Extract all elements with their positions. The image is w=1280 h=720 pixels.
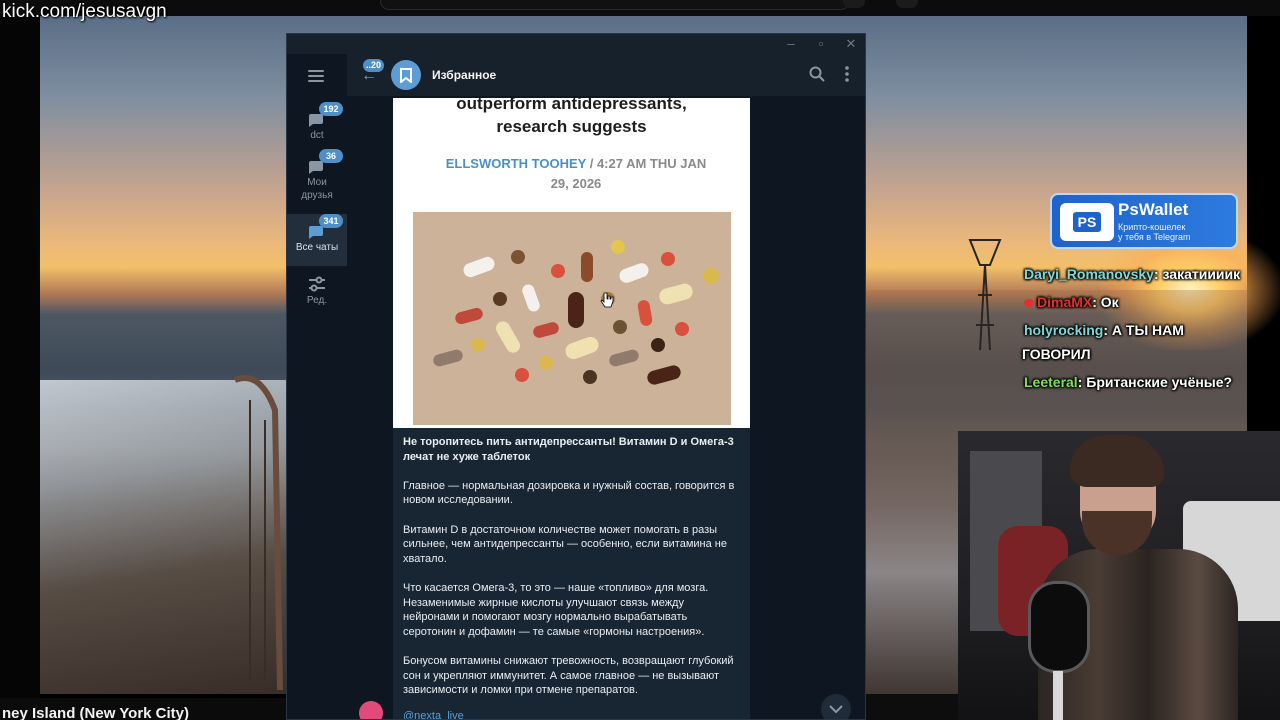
stream-url: kick.com/jesusavgn — [2, 1, 167, 22]
ad-tagline: Крипто-кошелек у тебя в Telegram — [1118, 222, 1191, 242]
folder-label: dct — [310, 130, 324, 141]
unread-badge: 36 — [319, 149, 343, 163]
folder-label: Мои друзья — [301, 177, 333, 201]
chat-bubbles-icon: 192 — [307, 102, 343, 127]
article-title: outperform antidepressants, research sug… — [393, 98, 750, 138]
chat-text: : Британские учёные? — [1077, 374, 1233, 390]
unread-badge: 341 — [319, 214, 343, 228]
chat-username: holyrocking — [1024, 322, 1104, 338]
message-paragraph: Главное — нормальная дозировка и нужный … — [403, 479, 735, 507]
folders-sidebar: 192 dct 36 Мои друзья 341 Все чаты Ред. — [287, 54, 347, 719]
message-paragraph: Что касается Омега-3, то это — наше «топ… — [403, 581, 709, 638]
ad-tagline-line: Крипто-кошелек — [1118, 222, 1186, 232]
browser-button[interactable] — [896, 0, 918, 8]
search-icon[interactable] — [809, 66, 825, 82]
back-unread-badge: ..20 — [363, 59, 385, 72]
chat-text: : Ок — [1092, 294, 1119, 310]
chat-username: Daryi_Romanovsky — [1024, 266, 1154, 282]
microphone-graphic — [1028, 581, 1090, 673]
telegram-window: – ▫ ✕ 192 dct 36 Мои друзья 341 Все чаты… — [286, 33, 866, 720]
pswallet-logo: PS — [1060, 203, 1114, 241]
chat-text: : закатиииик — [1153, 266, 1241, 282]
message-headline: Не торопитесь пить антидепрессанты! Вита… — [403, 436, 734, 463]
chat-title[interactable]: Избранное — [432, 68, 496, 82]
hamburger-menu-icon[interactable] — [308, 70, 324, 82]
reaction-avatar[interactable] — [359, 701, 383, 719]
bookmark-icon — [400, 67, 412, 83]
chat-message: Daryi_Romanovsky: закатиииик — [1018, 262, 1280, 286]
browser-search-bar[interactable] — [380, 0, 850, 10]
message-paragraph: Бонусом витамины снижают тревожность, во… — [403, 654, 734, 697]
ad-tagline-line: у тебя в Telegram — [1118, 232, 1191, 242]
chat-message: DimaMX: Ок — [1018, 290, 1280, 314]
byline-separator: / — [589, 156, 594, 171]
folder-edit[interactable]: Ред. — [287, 276, 347, 316]
browser-top-bar — [0, 0, 1280, 16]
saved-messages-avatar[interactable] — [391, 60, 421, 90]
browser-button[interactable] — [843, 0, 865, 8]
folder-label: Ред. — [306, 295, 328, 306]
minimize-icon[interactable]: – — [781, 35, 801, 53]
message-bubble[interactable]: Не торопитесь пить антидепрессанты! Вита… — [393, 428, 750, 719]
stream-location-caption: ney Island (New York City) — [0, 698, 300, 720]
chat-text: : А ТЫ НАМ — [1103, 322, 1184, 338]
roller-coaster-graphic — [233, 375, 283, 690]
stream-chat-overlay: Daryi_Romanovsky: закатиииик DimaMX: Ок … — [1018, 258, 1280, 398]
more-options-icon[interactable] — [844, 66, 850, 82]
close-icon[interactable]: ✕ — [841, 35, 861, 53]
window-titlebar: – ▫ ✕ — [287, 34, 865, 54]
article-image[interactable]: outperform antidepressants, research sug… — [393, 98, 750, 428]
pswallet-ad-banner[interactable]: PS PsWallet Крипто-кошелек у тебя в Tele… — [1050, 193, 1238, 249]
message-paragraph: Витамин D в достаточном количестве может… — [403, 523, 727, 565]
vitamin-pills-photo — [413, 212, 731, 425]
folder-my-friends[interactable]: 36 Мои друзья — [287, 149, 347, 210]
streamer-webcam — [958, 431, 1280, 720]
left-black-strip — [0, 16, 40, 720]
ad-brand-name: PsWallet — [1118, 200, 1189, 219]
hand-cursor-icon — [600, 292, 614, 308]
article-date: 4:27 AM THU JAN — [596, 156, 707, 171]
logo-text: PS — [1072, 212, 1102, 232]
chat-message-continued: ГОВОРИЛ — [1018, 342, 1280, 366]
article-date: 29, 2026 — [550, 176, 602, 191]
folder-dct[interactable]: 192 dct — [287, 102, 347, 151]
chat-username: Leeteral — [1024, 374, 1078, 390]
article-author: ELLSWORTH TOOHEY — [445, 156, 587, 171]
chat-message: Leeteral: Британские учёные? — [1018, 370, 1280, 394]
subscriber-badge-icon — [1024, 299, 1034, 308]
article-byline: ELLSWORTH TOOHEY / 4:27 AM THU JAN 29, 2… — [411, 154, 741, 194]
chat-header: ← ..20 Избранное — [347, 54, 865, 96]
maximize-icon[interactable]: ▫ — [811, 35, 831, 53]
parachute-tower-graphic — [968, 239, 1002, 351]
chevron-down-icon — [829, 705, 843, 713]
chat-message: holyrocking: А ТЫ НАМ — [1018, 318, 1280, 342]
article-title-line: research suggests — [496, 117, 647, 136]
chat-username: DimaMX — [1037, 294, 1093, 310]
article-title-line: outperform antidepressants, — [456, 98, 687, 113]
chat-bubbles-icon: 36 — [307, 149, 343, 174]
sliders-icon — [307, 276, 327, 292]
chat-bubbles-icon: 341 — [307, 214, 343, 239]
chat-text: ГОВОРИЛ — [1022, 346, 1091, 362]
folder-all-chats[interactable]: 341 Все чаты — [287, 214, 347, 266]
folder-label: Все чаты — [295, 242, 339, 253]
unread-badge: 192 — [319, 102, 343, 116]
channel-link[interactable]: @nexta_live — [403, 709, 464, 719]
chat-messages-area[interactable]: outperform antidepressants, research sug… — [347, 96, 865, 719]
scroll-down-button[interactable] — [821, 694, 851, 719]
